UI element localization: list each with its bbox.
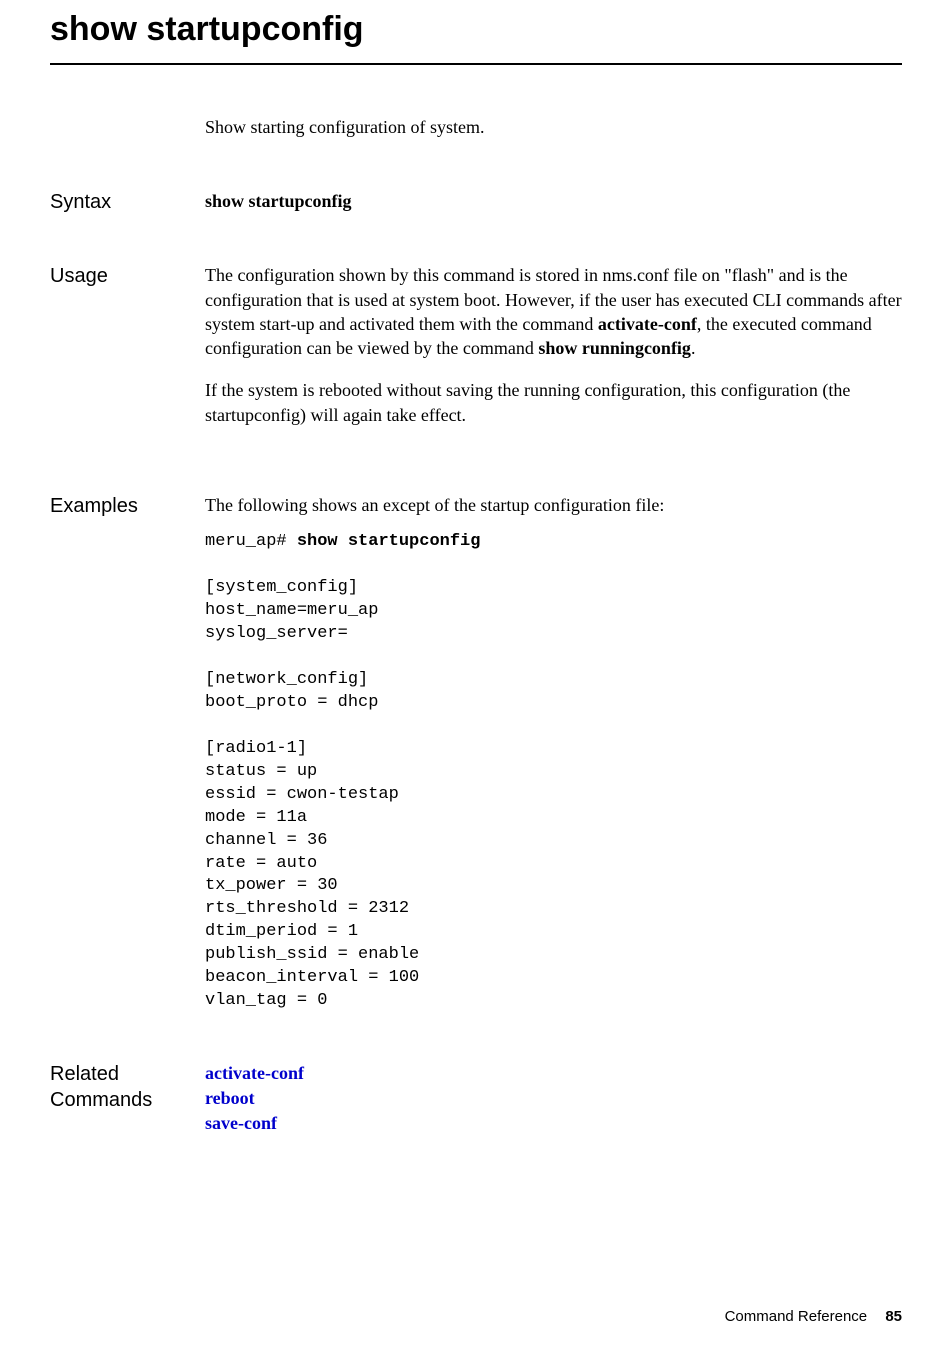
page-title: show startupconfig: [50, 0, 902, 65]
related-link-save-conf[interactable]: save-conf: [205, 1111, 902, 1136]
related-commands-label: Related Commands: [50, 1061, 205, 1137]
code-prompt: meru_ap#: [205, 532, 297, 551]
related-link-reboot[interactable]: reboot: [205, 1086, 902, 1111]
code-output: [system_config] host_name=meru_ap syslog…: [205, 578, 419, 1010]
usage-bold-1: activate-conf: [598, 314, 697, 334]
examples-label: Examples: [50, 493, 205, 1013]
examples-section: Examples The following shows an except o…: [50, 493, 902, 1013]
footer-text: Command Reference: [725, 1308, 868, 1325]
command-description: Show starting configuration of system.: [205, 115, 902, 139]
related-commands-section: Related Commands activate-conf reboot sa…: [50, 1061, 902, 1137]
examples-intro: The following shows an except of the sta…: [205, 493, 902, 517]
usage-section: Usage The configuration shown by this co…: [50, 263, 902, 445]
syntax-label: Syntax: [50, 189, 205, 215]
related-link-activate-conf[interactable]: activate-conf: [205, 1061, 902, 1086]
footer-page-number: 85: [885, 1308, 902, 1325]
usage-label: Usage: [50, 263, 205, 445]
code-command: show startupconfig: [297, 532, 481, 551]
syntax-command: show startupconfig: [205, 191, 352, 211]
usage-text: .: [691, 338, 696, 358]
usage-bold-2: show runningconfig: [538, 338, 691, 358]
usage-paragraph-1: The configuration shown by this command …: [205, 263, 902, 360]
code-block: meru_ap# show startupconfig [system_conf…: [205, 531, 902, 1013]
page-footer: Command Reference 85: [725, 1308, 902, 1325]
syntax-section: Syntax show startupconfig: [50, 189, 902, 215]
usage-paragraph-2: If the system is rebooted without saving…: [205, 378, 902, 427]
